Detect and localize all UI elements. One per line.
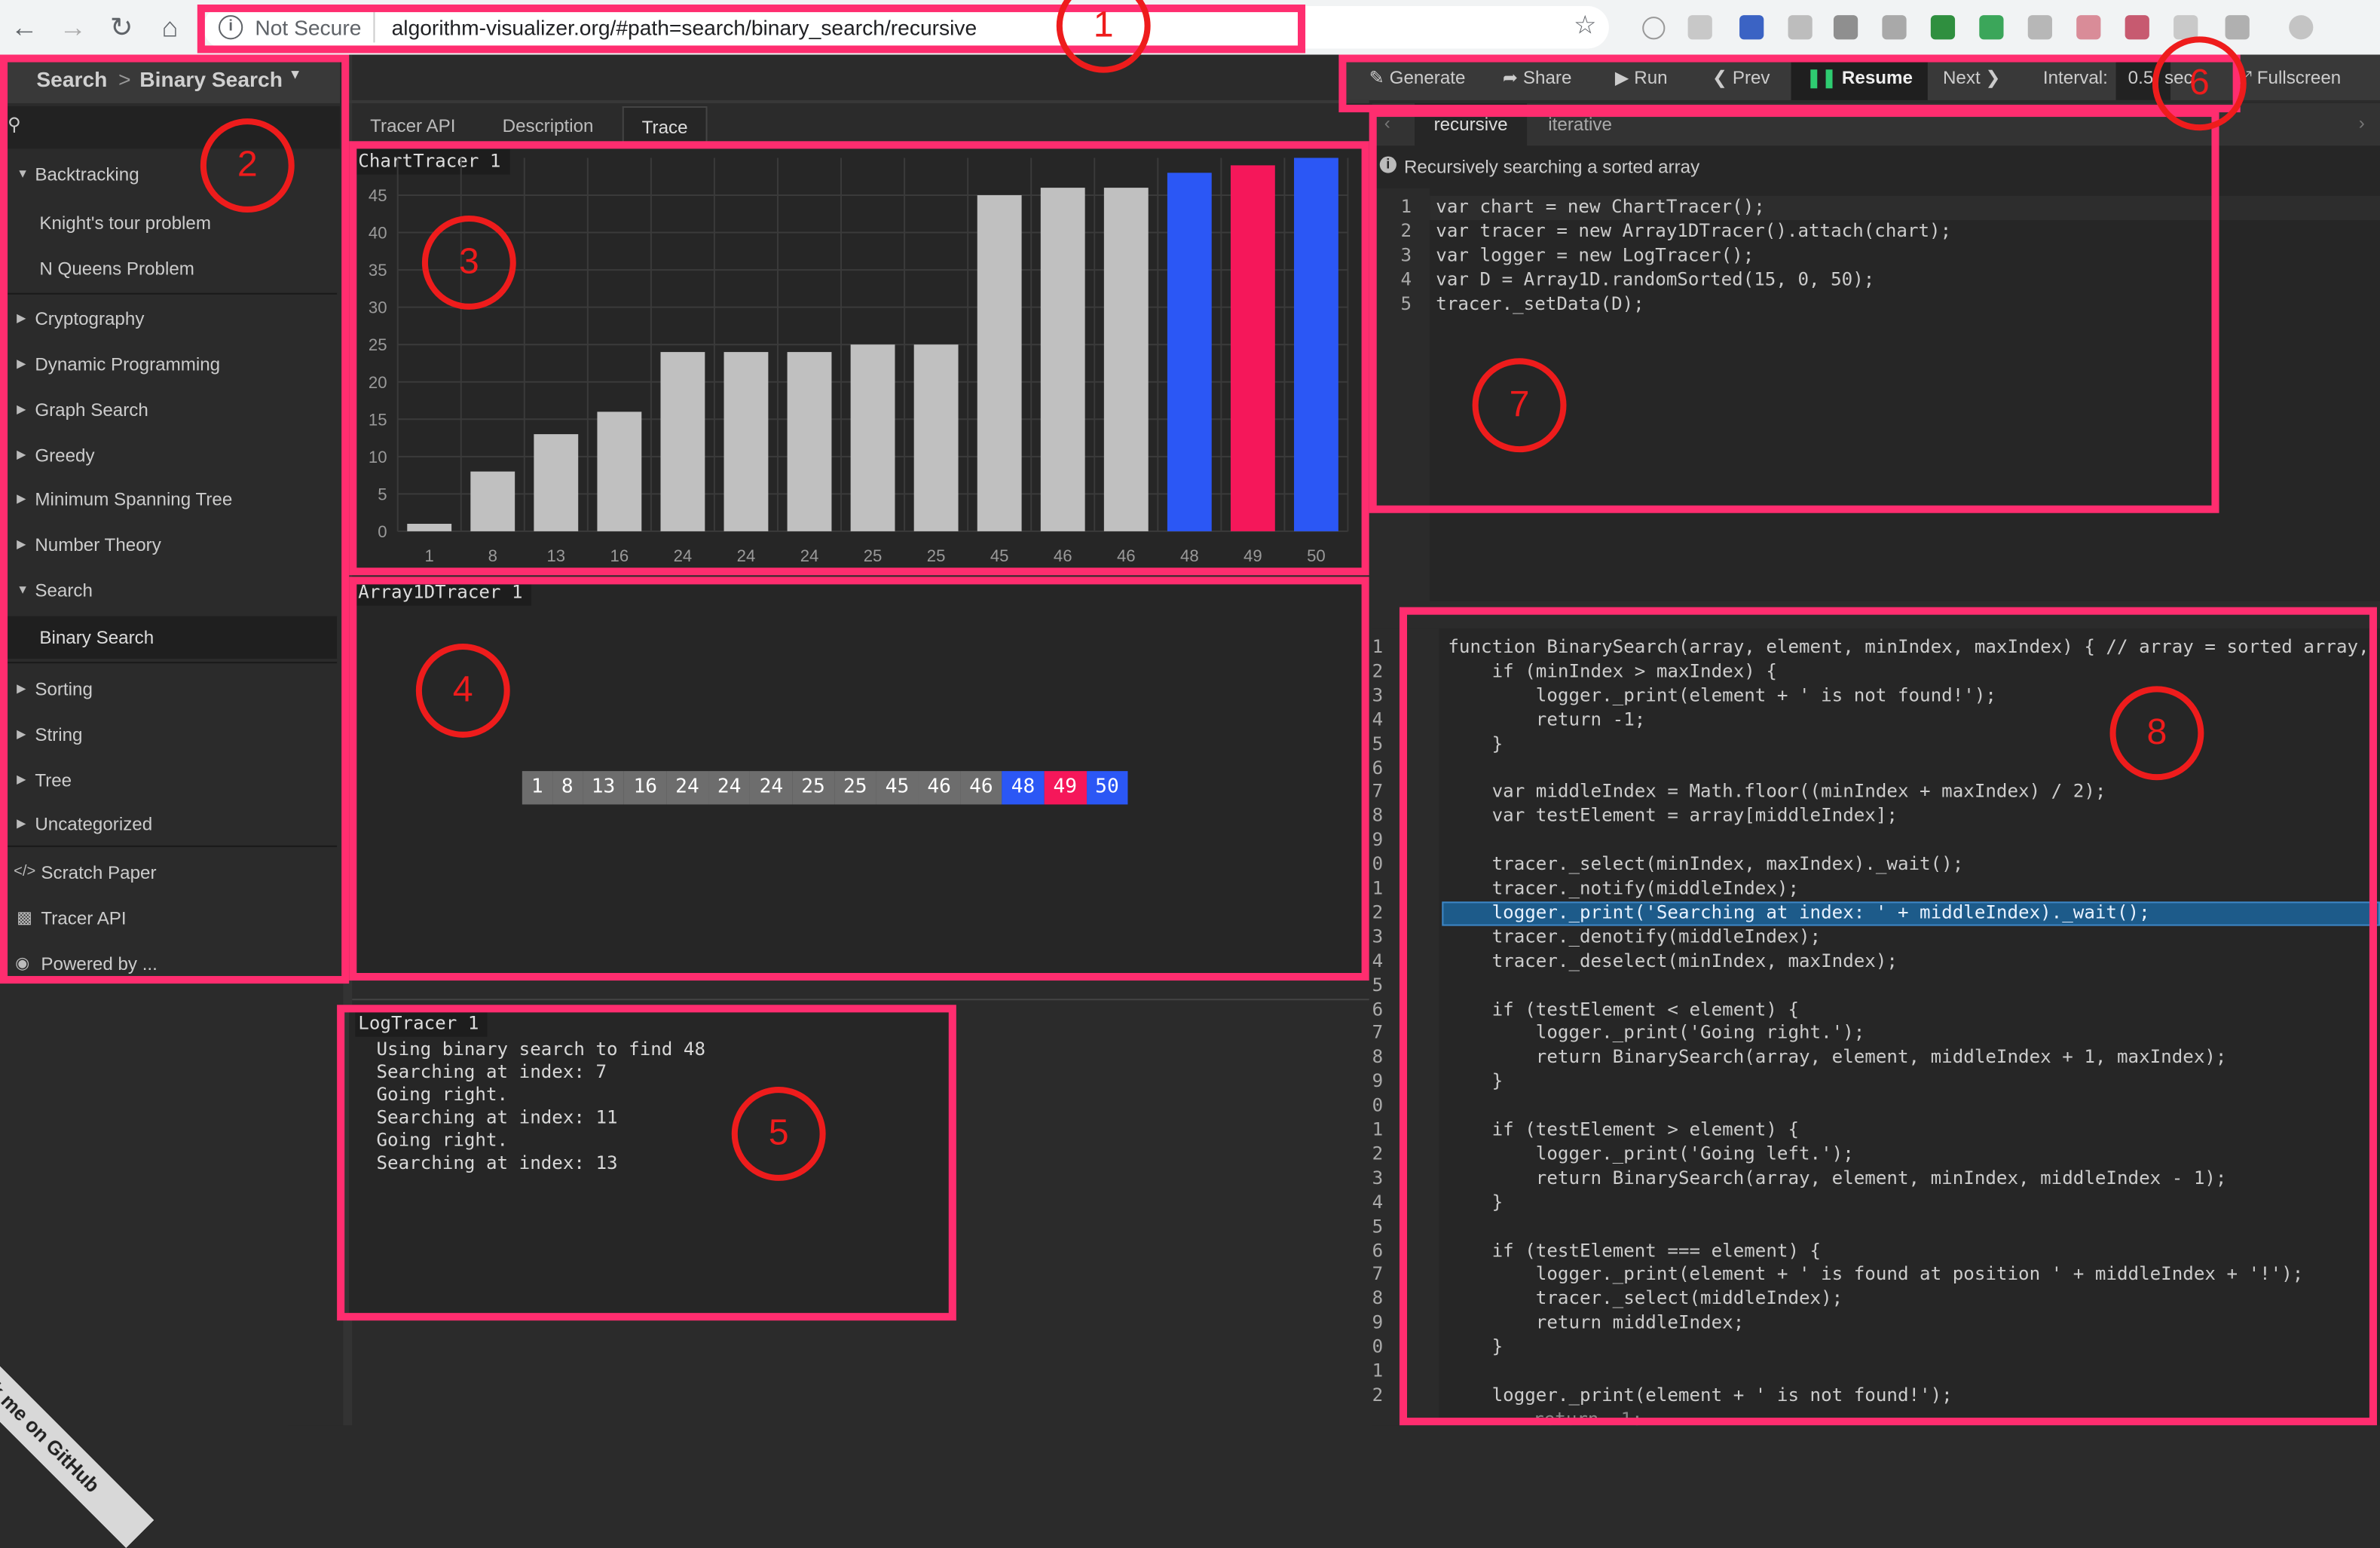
annotation-box-array [349, 577, 1369, 981]
tab-description[interactable]: Description [485, 106, 610, 145]
extension-icon[interactable] [1833, 15, 1858, 40]
extension-icon[interactable] [2027, 15, 2052, 40]
extension-icon[interactable] [2125, 15, 2149, 40]
button-label: Fullscreen [2256, 66, 2342, 88]
annotation-number: 4 [415, 643, 510, 738]
annotation-number: 1 [1056, 0, 1151, 73]
annotation-box-log [337, 1005, 956, 1321]
extension-icon[interactable] [2076, 15, 2101, 40]
bookmark-star-icon[interactable]: ☆ [1574, 11, 1597, 41]
tab-tracer-api[interactable]: Tracer API [355, 106, 470, 145]
extension-icon[interactable] [2174, 15, 2198, 40]
extension-icon[interactable] [1930, 15, 1956, 40]
annotation-number: 2 [200, 118, 295, 213]
extension-icon[interactable] [1788, 15, 1813, 40]
home-icon[interactable]: ⌂ [151, 9, 188, 45]
scroll-right-icon[interactable]: › [2359, 112, 2365, 133]
annotation-box-algorithm-code [1399, 607, 2377, 1426]
annotation-number: 5 [731, 1087, 826, 1181]
fullscreen-button[interactable]: ⤢ Fullscreen [2238, 55, 2342, 100]
extension-icon[interactable] [2225, 15, 2250, 40]
extension-icon[interactable] [1739, 15, 1764, 40]
annotation-number: 6 [2152, 36, 2247, 131]
reload-icon[interactable]: ↻ [103, 9, 139, 45]
extension-icon[interactable] [1687, 15, 1712, 40]
extension-icon[interactable] [1979, 15, 2004, 40]
extension-icon[interactable] [1882, 15, 1907, 40]
annotation-number: 3 [421, 215, 516, 310]
profile-avatar[interactable] [2289, 15, 2314, 40]
annotation-box-toolbar [1338, 54, 2241, 113]
divider [343, 99, 1369, 103]
annotation-number: 8 [2109, 686, 2204, 781]
extension-icon[interactable] [1642, 17, 1666, 40]
annotation-box-data-code [1369, 109, 2219, 513]
annotation-box-chart [349, 141, 1369, 576]
divider [352, 999, 1369, 1001]
annotation-box-sidebar [0, 54, 350, 984]
annotation-number: 7 [1472, 358, 1567, 453]
forward-icon[interactable]: → [55, 9, 91, 45]
back-icon[interactable]: ← [6, 9, 42, 45]
